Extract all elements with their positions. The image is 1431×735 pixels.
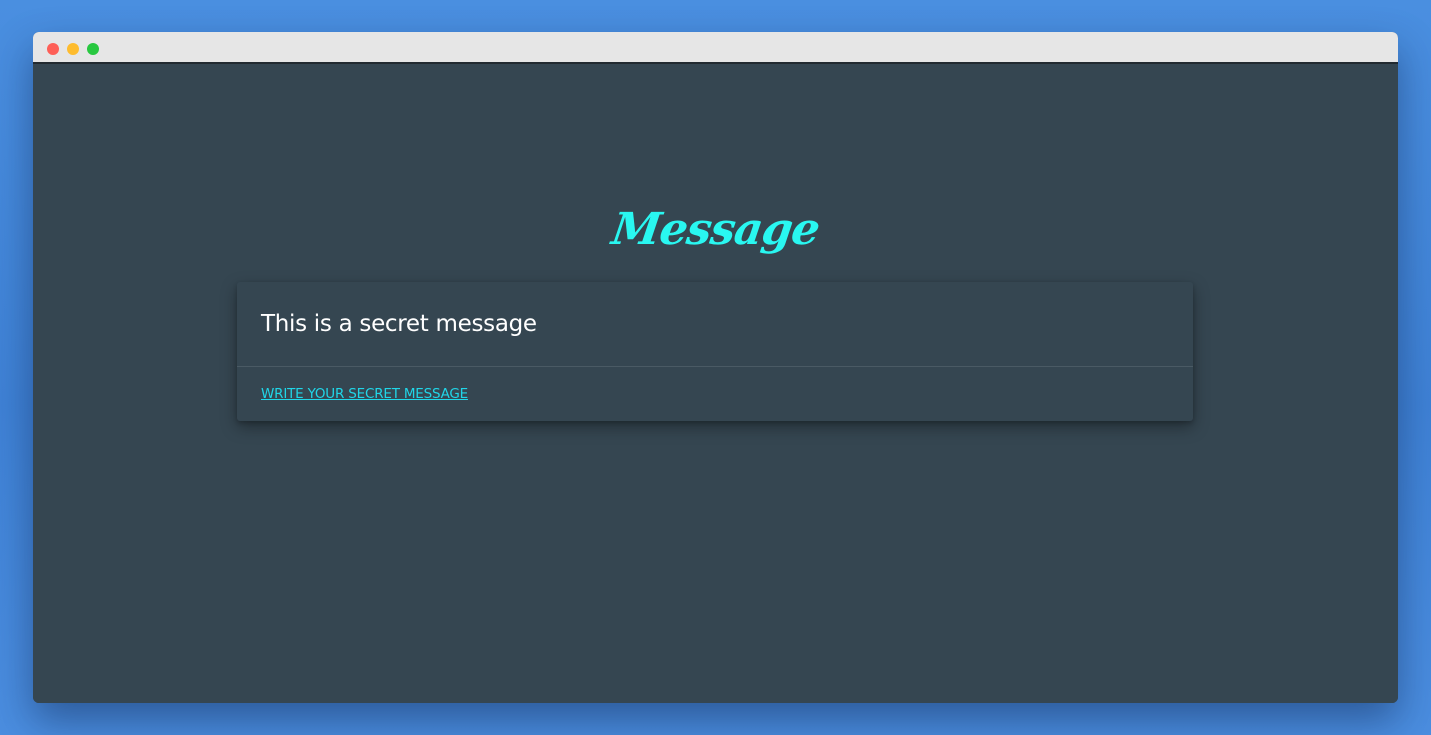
card-action: WRITE YOUR SECRET MESSAGE bbox=[237, 367, 1193, 421]
card-body: This is a secret message bbox=[237, 282, 1193, 367]
page-content: Message This is a secret message WRITE Y… bbox=[33, 64, 1398, 703]
window-titlebar bbox=[33, 32, 1398, 64]
page-title: Message bbox=[608, 204, 823, 255]
secret-message-text: This is a secret message bbox=[261, 311, 537, 337]
maximize-window-button[interactable] bbox=[87, 43, 99, 55]
minimize-window-button[interactable] bbox=[67, 43, 79, 55]
write-secret-message-link[interactable]: WRITE YOUR SECRET MESSAGE bbox=[261, 385, 468, 403]
browser-window: Message This is a secret message WRITE Y… bbox=[33, 32, 1398, 703]
message-card: This is a secret message WRITE YOUR SECR… bbox=[237, 282, 1193, 421]
close-window-button[interactable] bbox=[47, 43, 59, 55]
